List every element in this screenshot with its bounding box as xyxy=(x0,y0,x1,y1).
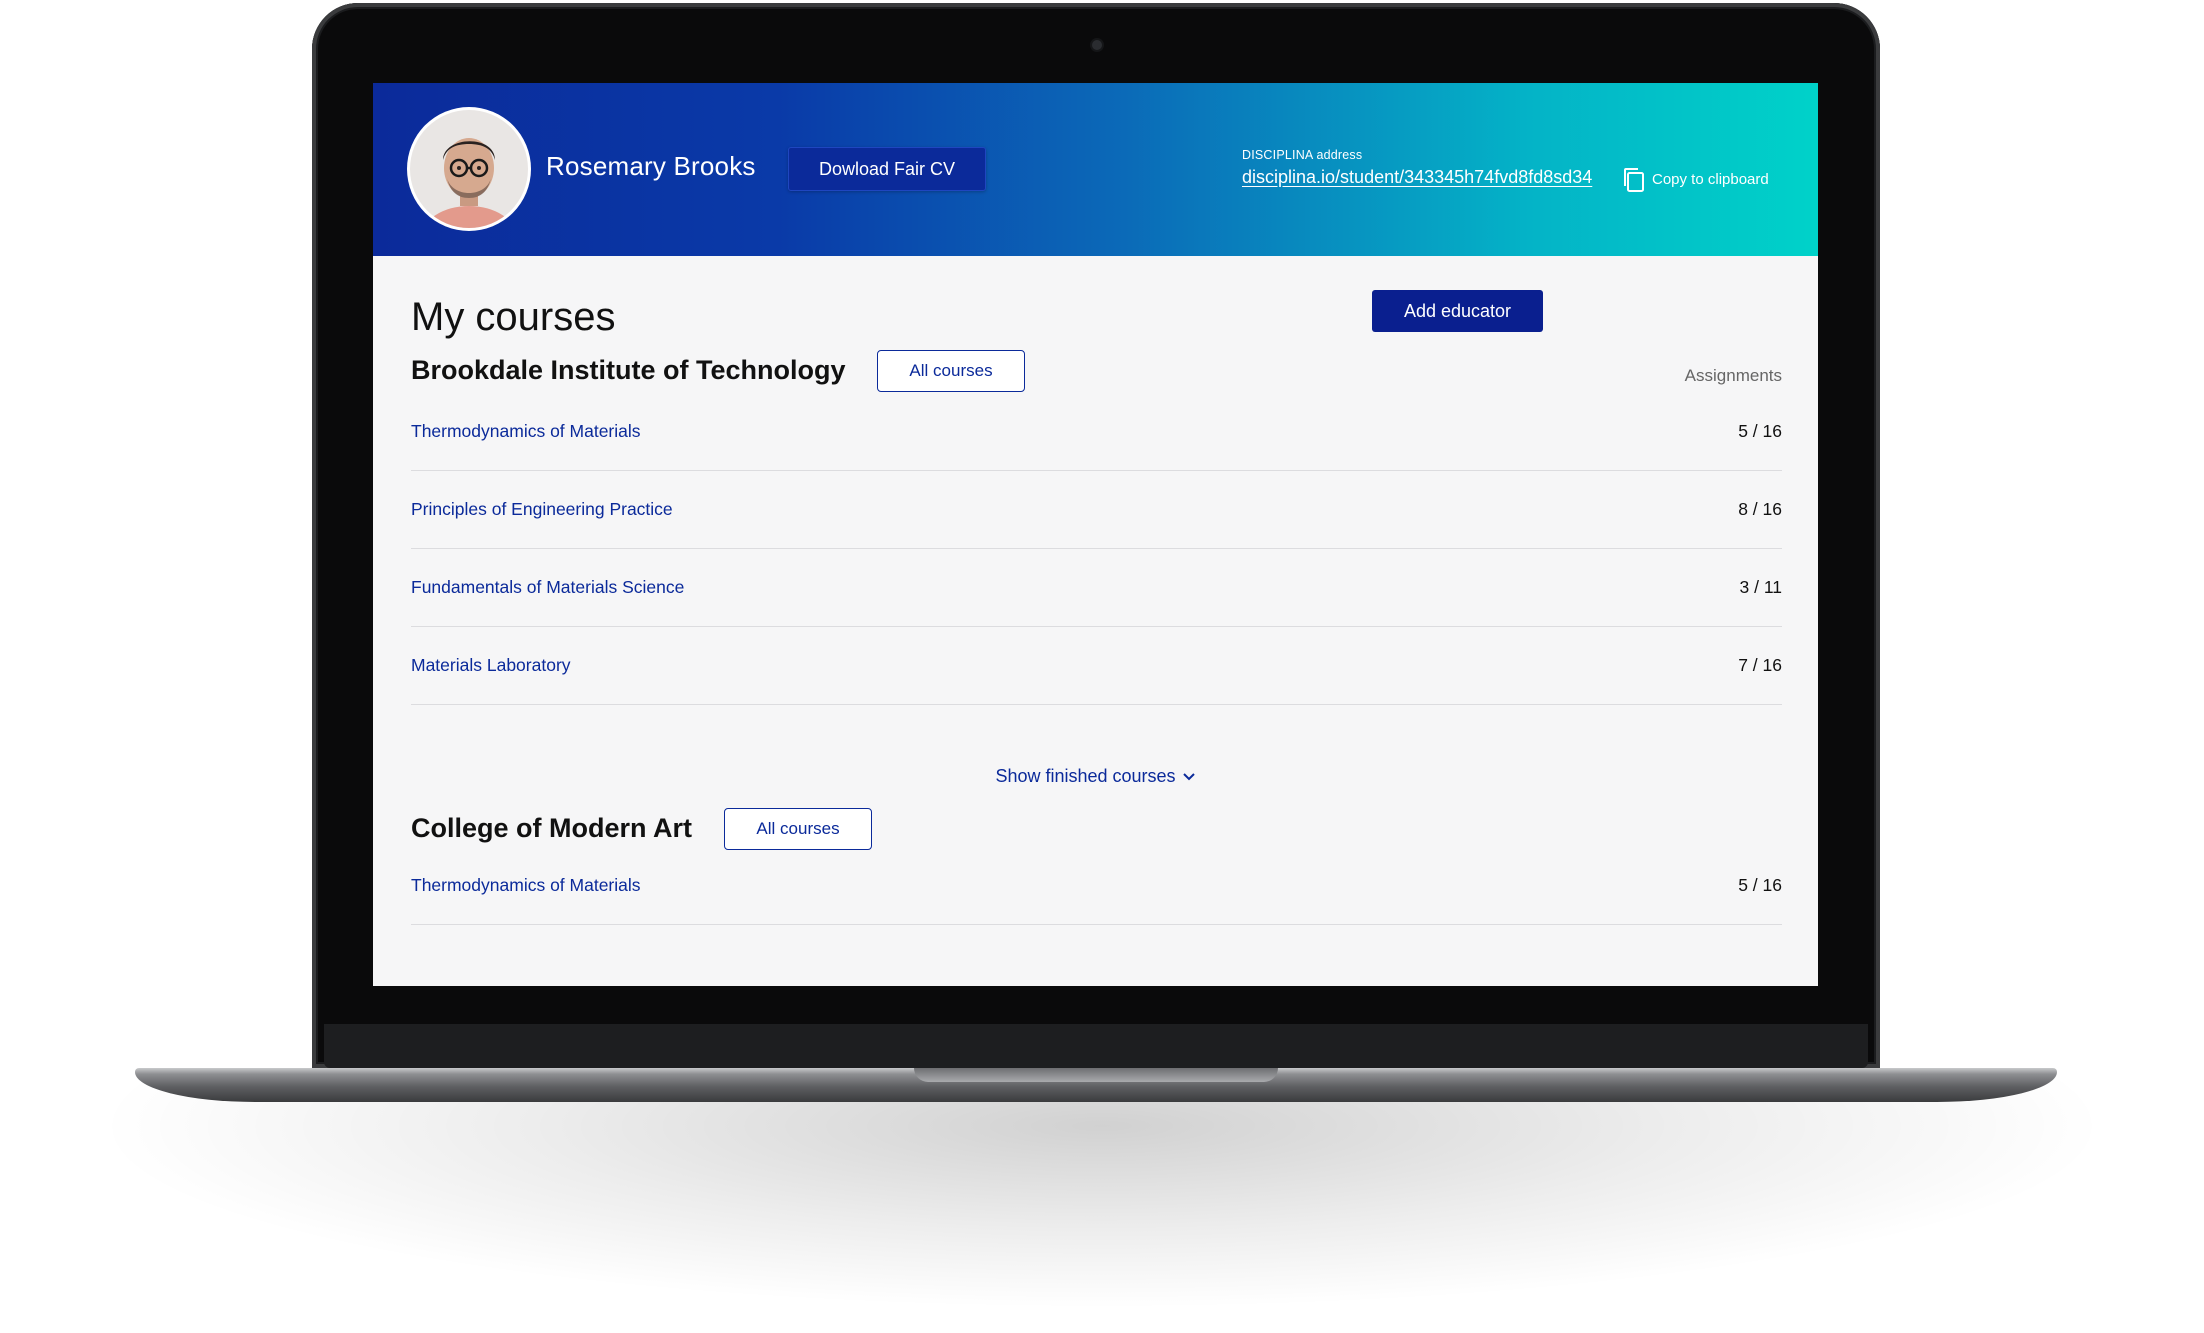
avatar[interactable] xyxy=(410,110,528,228)
download-cv-button[interactable]: Dowload Fair CV xyxy=(788,147,986,191)
chevron-down-icon xyxy=(1182,773,1195,781)
course-link[interactable]: Fundamentals of Materials Science xyxy=(411,577,684,598)
course-link[interactable]: Principles of Engineering Practice xyxy=(411,499,673,520)
all-courses-button[interactable]: All courses xyxy=(877,350,1025,392)
assignments-column-header: Assignments xyxy=(1684,366,1782,385)
all-courses-button[interactable]: All courses xyxy=(724,808,872,850)
show-finished-courses-toggle[interactable]: Show finished courses xyxy=(373,766,1818,787)
course-row[interactable]: Materials Laboratory 7 / 16 xyxy=(411,627,1782,705)
laptop-shadow xyxy=(90,1080,2114,1310)
copy-icon[interactable] xyxy=(1621,166,1647,194)
address-label: DISCIPLINA address xyxy=(1242,148,1363,162)
course-row[interactable]: Thermodynamics of Materials 5 / 16 xyxy=(411,393,1782,471)
page-title: My courses xyxy=(411,295,616,339)
course-link[interactable]: Materials Laboratory xyxy=(411,655,571,676)
user-avatar-photo xyxy=(410,110,528,228)
user-name: Rosemary Brooks xyxy=(546,151,756,181)
assignments-count: 7 / 16 xyxy=(1738,655,1782,675)
laptop-opening-notch xyxy=(914,1068,1278,1082)
address-link[interactable]: disciplina.io/student/343345h74fvd8fd8sd… xyxy=(1242,167,1592,188)
assignments-count: 3 / 11 xyxy=(1739,577,1783,597)
app-window: Rosemary Brooks Dowload Fair CV DISCIPLI… xyxy=(373,83,1818,986)
laptop-bezel-bottom xyxy=(324,1024,1868,1068)
assignments-count: 5 / 16 xyxy=(1738,875,1782,895)
camera-icon xyxy=(1092,40,1102,50)
course-row[interactable]: Thermodynamics of Materials 5 / 16 xyxy=(411,847,1782,925)
show-finished-label: Show finished courses xyxy=(995,766,1176,786)
course-row[interactable]: Fundamentals of Materials Science 3 / 11 xyxy=(411,549,1782,627)
course-row[interactable]: Principles of Engineering Practice 8 / 1… xyxy=(411,471,1782,549)
institution-title: College of Modern Art xyxy=(411,813,692,843)
course-link[interactable]: Thermodynamics of Materials xyxy=(411,421,641,442)
profile-header: Rosemary Brooks Dowload Fair CV DISCIPLI… xyxy=(373,83,1818,256)
add-educator-button[interactable]: Add educator xyxy=(1372,290,1543,332)
copy-to-clipboard-link[interactable]: Copy to clipboard xyxy=(1652,171,1769,188)
assignments-count: 8 / 16 xyxy=(1738,499,1782,519)
institution-title: Brookdale Institute of Technology xyxy=(411,355,846,385)
course-link[interactable]: Thermodynamics of Materials xyxy=(411,875,641,896)
assignments-count: 5 / 16 xyxy=(1738,421,1782,441)
